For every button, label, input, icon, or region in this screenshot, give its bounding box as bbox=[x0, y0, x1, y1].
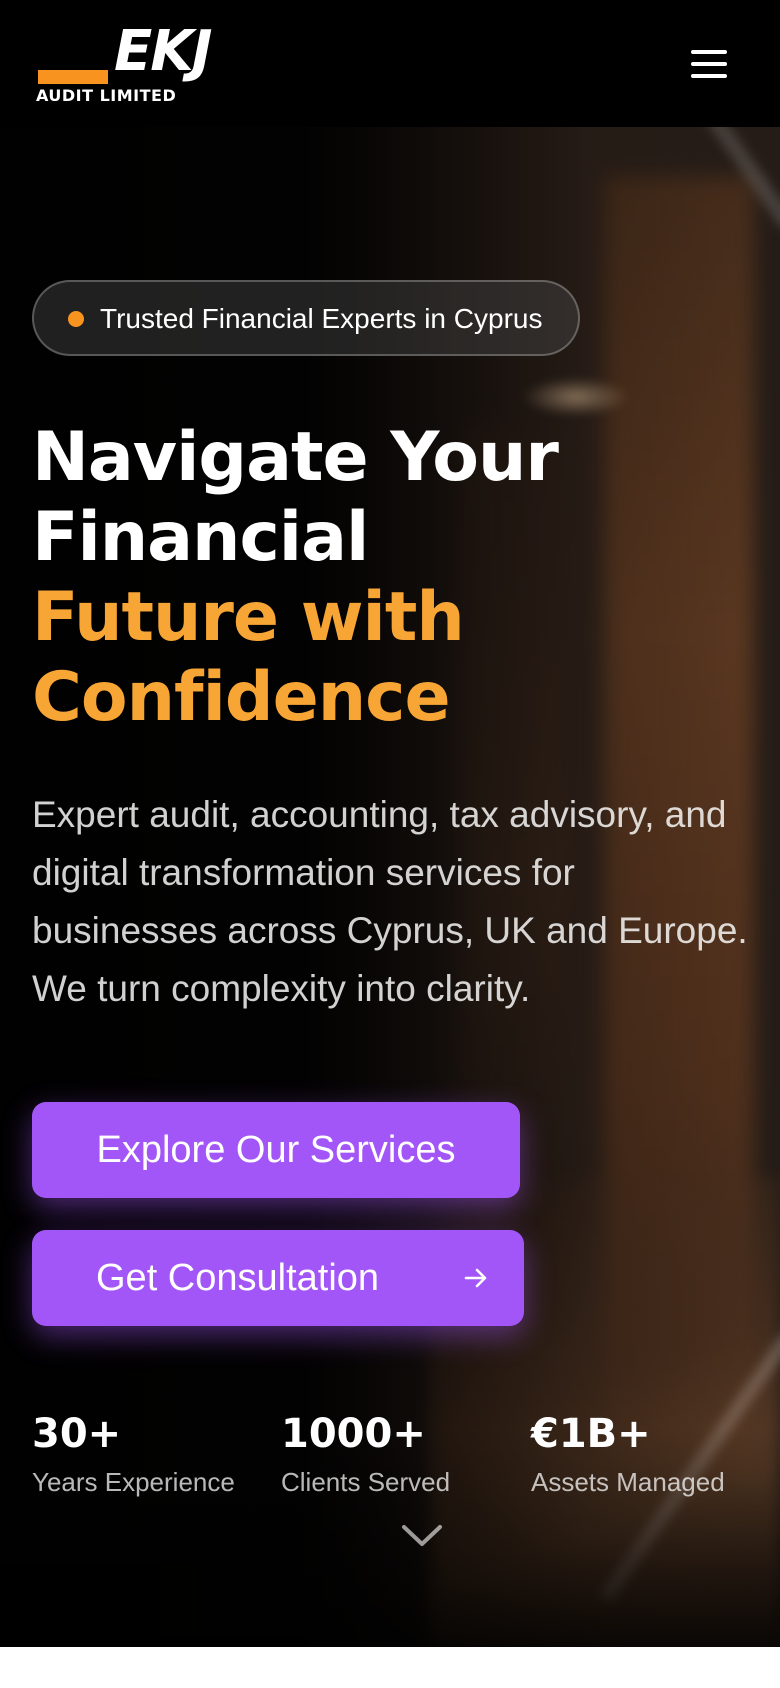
hero-headline: Navigate Your Financial Future with Conf… bbox=[32, 418, 559, 738]
hero-description: Expert audit, accounting, tax advisory, … bbox=[32, 794, 748, 1009]
stat-value: 1000+ bbox=[281, 1411, 426, 1457]
stat-label: Assets Managed bbox=[531, 1467, 725, 1497]
stat-assets-managed: €1B+ Assets Managed bbox=[531, 1410, 725, 1498]
stat-label: Clients Served bbox=[281, 1467, 451, 1497]
site-header: EKJ AUDIT LIMITED bbox=[0, 0, 780, 127]
get-consultation-label: Get Consultation bbox=[96, 1257, 380, 1299]
headline-accent-line-1: Future with bbox=[32, 578, 465, 657]
headline-line-2: Financial bbox=[32, 498, 369, 577]
stat-value: 30+ bbox=[32, 1411, 122, 1457]
logo-orange-bar bbox=[38, 70, 108, 84]
stat-label: Years Experience bbox=[32, 1467, 235, 1497]
explore-services-label: Explore Our Services bbox=[96, 1129, 456, 1171]
stat-value: €1B+ bbox=[531, 1411, 651, 1457]
badge-dot-icon bbox=[68, 311, 84, 327]
chevron-down-icon[interactable] bbox=[399, 1520, 445, 1550]
get-consultation-button[interactable]: Get Consultation bbox=[32, 1230, 524, 1326]
hamburger-menu-icon[interactable] bbox=[686, 44, 730, 84]
stat-clients-served: 1000+ Clients Served bbox=[281, 1410, 450, 1498]
badge-text: Trusted Financial Experts in Cyprus bbox=[100, 303, 543, 334]
explore-services-button[interactable]: Explore Our Services bbox=[32, 1102, 520, 1198]
logo-subtitle: AUDIT LIMITED bbox=[36, 86, 177, 105]
headline-line-1: Navigate Your bbox=[32, 418, 559, 497]
trust-badge: Trusted Financial Experts in Cyprus bbox=[32, 280, 580, 356]
headline-accent-line-2: Confidence bbox=[32, 658, 451, 737]
arrow-right-icon bbox=[464, 1268, 487, 1288]
logo-letters: EKJ bbox=[114, 19, 212, 84]
company-logo[interactable]: EKJ AUDIT LIMITED bbox=[36, 20, 246, 106]
stat-years-experience: 30+ Years Experience bbox=[32, 1410, 235, 1498]
